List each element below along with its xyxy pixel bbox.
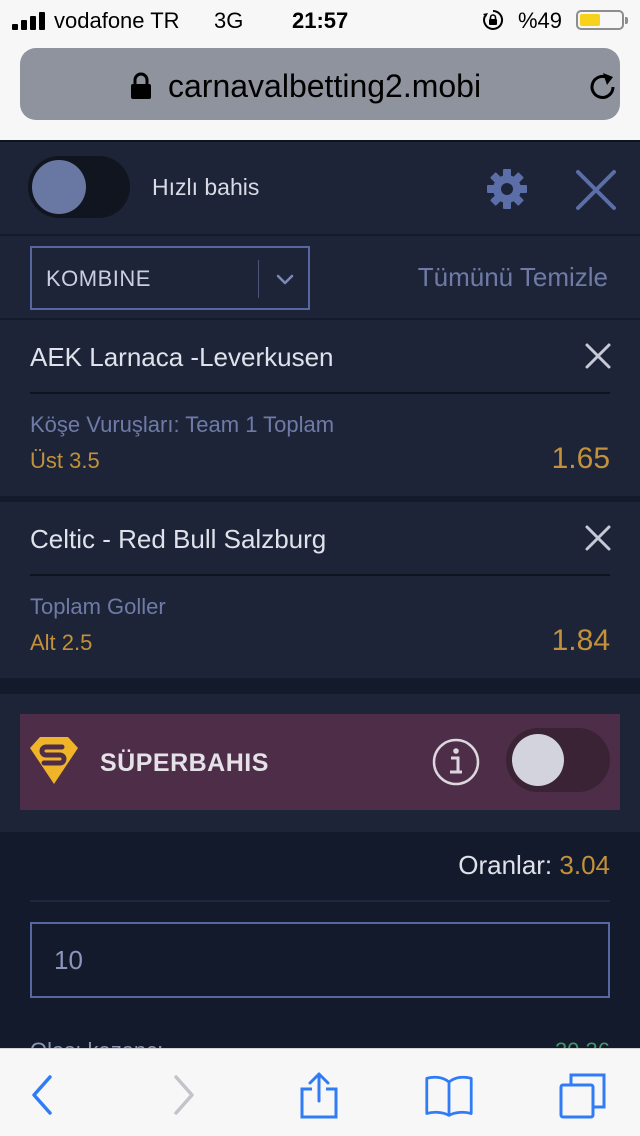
forward-icon[interactable] bbox=[158, 1071, 208, 1119]
gear-icon[interactable] bbox=[486, 168, 528, 210]
betslip-header: Hızlı bahis bbox=[0, 140, 640, 234]
rotation-lock-icon bbox=[483, 9, 504, 30]
total-odds: Oranlar: 3.04 bbox=[458, 850, 610, 881]
quick-bet-label: Hızlı bahis bbox=[152, 174, 260, 200]
selection-odds: 1.84 bbox=[551, 624, 610, 657]
battery-icon bbox=[576, 10, 628, 30]
browser-chrome: carnavalbetting2.mobi bbox=[0, 40, 640, 140]
betslip-summary: Oranlar: 3.04 Olası kazanç: 30.36 bbox=[0, 832, 640, 1063]
divider bbox=[30, 574, 610, 576]
market-name: Toplam Goller bbox=[30, 594, 166, 619]
match-name: AEK Larnaca -Leverkusen bbox=[30, 342, 334, 372]
superbet-label: SÜPERBAHIS bbox=[100, 749, 269, 777]
toggle-knob bbox=[32, 160, 86, 214]
carrier-name: vodafone TR bbox=[54, 8, 180, 33]
padlock-icon bbox=[131, 72, 151, 99]
url-text[interactable]: carnavalbetting2.mobi bbox=[168, 68, 481, 105]
clear-all-button[interactable]: Tümünü Temizle bbox=[418, 262, 608, 293]
share-icon[interactable] bbox=[294, 1071, 344, 1119]
selection-name: Alt 2.5 bbox=[30, 630, 93, 655]
battery-percentage: %49 bbox=[518, 8, 563, 33]
battery-nub bbox=[625, 17, 628, 24]
dropdown-divider bbox=[258, 260, 259, 298]
market-name: Köşe Vuruşları: Team 1 Toplam bbox=[30, 412, 335, 437]
browser-toolbar bbox=[0, 1048, 640, 1136]
selection-odds: 1.65 bbox=[551, 442, 610, 475]
battery-level bbox=[580, 14, 600, 26]
reload-icon[interactable] bbox=[586, 70, 620, 104]
back-icon[interactable] bbox=[18, 1071, 68, 1119]
remove-bet-icon[interactable] bbox=[584, 524, 612, 552]
selection-name: Üst 3.5 bbox=[30, 448, 100, 473]
address-bar[interactable]: carnavalbetting2.mobi bbox=[20, 48, 620, 120]
bookmarks-icon[interactable] bbox=[424, 1071, 474, 1119]
signal-strength-icon bbox=[12, 12, 45, 30]
quick-bet-toggle[interactable] bbox=[28, 156, 130, 218]
superbet-section: SÜPERBAHIS bbox=[0, 694, 640, 832]
status-bar: vodafone TR 3G 21:57 %49 bbox=[0, 0, 640, 40]
superbet-toggle[interactable] bbox=[506, 728, 610, 792]
tabs-icon[interactable] bbox=[558, 1071, 608, 1119]
close-icon[interactable] bbox=[574, 168, 618, 212]
divider bbox=[30, 392, 610, 394]
bet-card: AEK Larnaca -Leverkusen Köşe Vuruşları: … bbox=[0, 320, 640, 496]
network-type: 3G bbox=[214, 8, 244, 33]
stake-input[interactable] bbox=[30, 922, 610, 998]
bet-type-row: KOMBINE Tümünü Temizle bbox=[0, 234, 640, 318]
clock: 21:57 bbox=[292, 8, 349, 33]
total-odds-value: 3.04 bbox=[559, 850, 610, 880]
chevron-down-icon bbox=[276, 274, 294, 285]
superbet-logo-icon bbox=[30, 737, 78, 784]
match-name: Celtic - Red Bull Salzburg bbox=[30, 524, 327, 554]
superbet-bar: SÜPERBAHIS bbox=[20, 714, 620, 810]
bet-card: Celtic - Red Bull Salzburg Toplam Goller… bbox=[0, 502, 640, 678]
bet-type-dropdown[interactable]: KOMBINE bbox=[30, 246, 310, 310]
toggle-knob bbox=[512, 734, 564, 786]
info-icon[interactable] bbox=[432, 738, 480, 786]
total-odds-label: Oranlar: bbox=[458, 850, 553, 880]
divider bbox=[30, 900, 610, 902]
remove-bet-icon[interactable] bbox=[584, 342, 612, 370]
bet-type-value: KOMBINE bbox=[46, 266, 151, 291]
